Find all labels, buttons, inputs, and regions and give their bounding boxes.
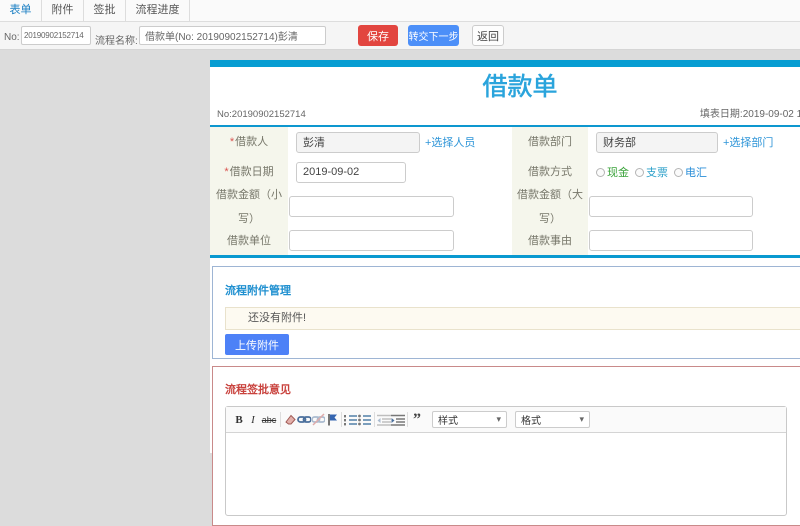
loan-date-input[interactable] xyxy=(296,161,406,183)
radio-cash-dot[interactable] xyxy=(596,167,605,177)
link-icon[interactable] xyxy=(297,411,311,428)
form-date-text: 填表日期:2019-09-02 15:27:1 xyxy=(699,109,800,120)
indent-icon[interactable] xyxy=(391,411,405,428)
borrower-input[interactable] xyxy=(296,131,420,153)
back-button[interactable]: 返回 xyxy=(472,25,504,46)
forward-next-button[interactable]: 转交下一步 xyxy=(408,25,459,46)
italic-icon[interactable]: I xyxy=(246,411,260,428)
select-person-link[interactable]: +选择人员 xyxy=(425,134,475,150)
panel-top-bar xyxy=(210,60,800,67)
reason-input[interactable] xyxy=(589,230,753,251)
upload-attachment-button[interactable]: 上传附件 xyxy=(225,334,289,355)
reason-label: 借款事由 xyxy=(512,226,588,255)
bulleted-list-icon[interactable] xyxy=(358,411,372,428)
radio-wire-dot[interactable] xyxy=(674,167,683,177)
no-input[interactable] xyxy=(21,26,91,45)
blockquote-icon[interactable]: ” xyxy=(410,411,424,428)
flow-name-input[interactable] xyxy=(139,26,326,45)
signoff-section: 流程签批意见 B I abc ” 样式 ▾ 格式 ▾ xyxy=(212,366,800,526)
tab-bar: 表单 附件 签批 流程进度 xyxy=(0,0,800,22)
unit-input[interactable] xyxy=(289,230,454,251)
bold-icon[interactable]: B xyxy=(232,411,246,428)
department-input[interactable] xyxy=(596,131,718,153)
editor-content-area[interactable] xyxy=(226,433,786,515)
command-bar: No: 流程名称: 保存 转交下一步 返回 xyxy=(0,22,800,50)
remove-format-icon[interactable] xyxy=(283,411,297,428)
no-label: No: xyxy=(4,32,20,43)
attachment-empty-notice: 还没有附件! xyxy=(225,307,800,330)
form-row-unit-reason: 借款单位 借款事由 xyxy=(210,226,800,255)
editor-toolbar: B I abc ” 样式 ▾ 格式 ▾ xyxy=(226,407,786,433)
flow-name-label: 流程名称: xyxy=(95,36,138,47)
radio-cheque-dot[interactable] xyxy=(635,167,644,177)
attachment-section: 流程附件管理 还没有附件! 上传附件 xyxy=(212,266,800,359)
radio-cheque[interactable]: 支票 xyxy=(635,164,668,180)
outdent-icon[interactable] xyxy=(377,411,391,428)
amount-lower-label: 借款金额（小写） xyxy=(210,187,288,226)
attachment-heading: 流程附件管理 xyxy=(225,285,291,297)
comment-editor: B I abc ” 样式 ▾ 格式 ▾ xyxy=(225,406,787,516)
tab-progress[interactable]: 流程进度 xyxy=(126,0,190,22)
save-button[interactable]: 保存 xyxy=(358,25,398,46)
borrower-label: *借款人 xyxy=(210,127,288,157)
department-label: 借款部门 xyxy=(512,127,588,157)
tab-form[interactable]: 表单 xyxy=(0,0,42,22)
form-no-text: No:20190902152714 xyxy=(217,109,306,120)
signoff-heading: 流程签批意见 xyxy=(225,384,291,396)
form-row-date-method: *借款日期 借款方式 现金 支票 电汇 xyxy=(210,157,800,187)
anchor-flag-icon[interactable] xyxy=(325,411,339,428)
radio-wire[interactable]: 电汇 xyxy=(674,164,707,180)
select-department-link[interactable]: +选择部门 xyxy=(723,134,773,150)
unlink-icon[interactable] xyxy=(311,411,325,428)
numbered-list-icon[interactable] xyxy=(344,411,358,428)
tab-attachment[interactable]: 附件 xyxy=(42,0,84,22)
radio-cash[interactable]: 现金 xyxy=(596,164,629,180)
amount-upper-label: 借款金额（大写） xyxy=(512,187,588,226)
tab-signoff[interactable]: 签批 xyxy=(84,0,126,22)
amount-lower-input[interactable] xyxy=(289,196,454,217)
strikethrough-icon[interactable]: abc xyxy=(260,411,278,428)
form-row-amount: 借款金额（小写） 借款金额（大写） xyxy=(210,187,800,226)
styles-select[interactable]: 样式 ▾ xyxy=(432,411,507,428)
form-panel: 借款单 No:20190902152714 填表日期:2019-09-02 15… xyxy=(210,60,800,526)
unit-label: 借款单位 xyxy=(210,226,288,255)
form-title: 借款单 xyxy=(482,73,558,102)
amount-upper-input[interactable] xyxy=(589,196,753,217)
form-row-borrower: *借款人 +选择人员 借款部门 +选择部门 xyxy=(210,127,800,157)
format-select[interactable]: 格式 ▾ xyxy=(515,411,590,428)
